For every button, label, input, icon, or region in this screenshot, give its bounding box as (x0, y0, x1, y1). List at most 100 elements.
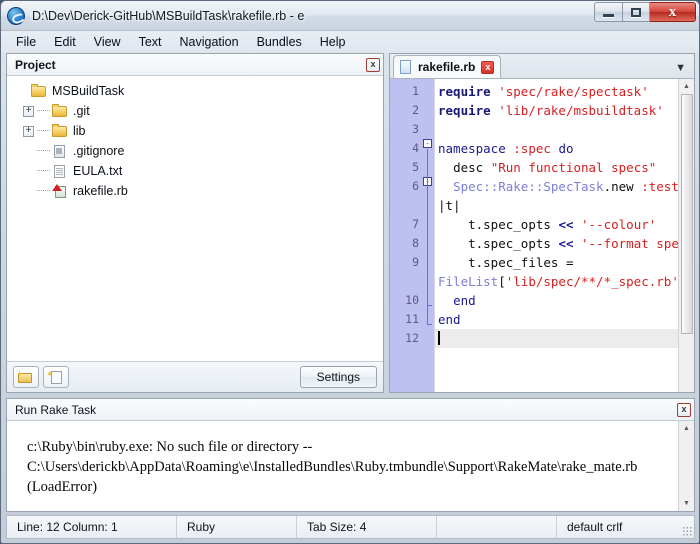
code-line-10: end (453, 293, 476, 308)
expander-placeholder-icon (23, 146, 34, 157)
chevron-down-icon[interactable]: ▼ (675, 63, 686, 74)
scroll-up-arrow-icon[interactable]: ▲ (679, 79, 694, 94)
application-window: D:\Dev\Derick-GitHub\MSBuildTask\rakefil… (0, 0, 700, 544)
output-line: (LoadError) (27, 479, 98, 495)
output-line: C:\Users\derickb\AppData\Roaming\e\Insta… (27, 459, 638, 475)
title-bar: D:\Dev\Derick-GitHub\MSBuildTask\rakefil… (1, 1, 699, 31)
maximize-button[interactable] (622, 2, 650, 22)
line-number: 1 (412, 84, 419, 98)
status-bar: Line: 12 Column: 1 Ruby Tab Size: 4 defa… (6, 515, 695, 539)
tree-item-label: lib (73, 124, 86, 138)
code-line-11: end (438, 312, 461, 327)
folder-icon (31, 83, 47, 99)
line-number: 3 (412, 122, 419, 136)
line-number: 4 (412, 141, 419, 155)
menu-item-view[interactable]: View (85, 33, 130, 51)
code-line-1: require 'spec/rake/spectask' (438, 84, 649, 99)
tree-connector-icon (37, 110, 50, 112)
app-logo-icon (7, 6, 25, 25)
close-icon: x (668, 3, 677, 20)
text-caret (438, 331, 440, 345)
line-number: 5 (412, 160, 419, 174)
code-text-area[interactable]: require 'spec/rake/spectask' require 'li… (434, 79, 678, 392)
menu-item-navigation[interactable]: Navigation (171, 33, 248, 51)
menu-item-edit[interactable]: Edit (45, 33, 85, 51)
output-panel-body: c:\Ruby\bin\ruby.exe: No such file or di… (7, 421, 694, 511)
expander-placeholder-icon (23, 166, 34, 177)
output-vertical-scrollbar[interactable]: ▲ ▼ (678, 421, 694, 511)
output-text-content: c:\Ruby\bin\ruby.exe: No such file or di… (7, 421, 678, 511)
tree-item-lib[interactable]: + lib (7, 121, 383, 141)
expander-placeholder-icon (17, 86, 28, 97)
line-number: 7 (412, 217, 419, 231)
status-line-endings[interactable]: default crlf (557, 516, 694, 538)
tree-item-eula[interactable]: EULA.txt (7, 161, 383, 181)
editor-vertical-scrollbar[interactable]: ▲ (678, 79, 694, 392)
code-line-7: t.spec_opts << '--colour' (468, 217, 657, 232)
code-line-6-wrap: |t| (438, 198, 461, 213)
menu-item-file[interactable]: File (7, 33, 45, 51)
menu-item-bundles[interactable]: Bundles (248, 33, 311, 51)
code-line-12 (435, 329, 678, 348)
fold-marker-line-4[interactable]: - (423, 139, 432, 148)
code-line-8: t.spec_opts << '--format specdoc' (468, 236, 678, 251)
tab-close-button[interactable]: x (481, 60, 495, 74)
resize-grip-icon[interactable] (682, 526, 692, 536)
code-line-9: t.spec_files = (468, 255, 574, 270)
settings-button[interactable]: Settings (299, 366, 377, 388)
output-panel: Run Rake Task x c:\Ruby\bin\ruby.exe: No… (6, 398, 695, 512)
sparkle-icon: ✦ (16, 369, 24, 379)
tree-item-label: .git (73, 104, 90, 118)
code-line-9-wrap: FileList['lib/spec/**/*_spec.rb'] (438, 274, 678, 289)
scroll-down-arrow-icon[interactable]: ▼ (679, 496, 694, 511)
line-number: 9 (412, 255, 419, 269)
output-panel-title: Run Rake Task (15, 402, 97, 417)
tree-item-gitignore[interactable]: .gitignore (7, 141, 383, 161)
tree-connector-icon (37, 150, 50, 152)
tab-rakefile-rb[interactable]: rakefile.rb x (393, 55, 502, 78)
menu-item-help[interactable]: Help (311, 33, 355, 51)
tab-label: rakefile.rb (418, 60, 476, 74)
tree-item-label: MSBuildTask (52, 84, 125, 98)
tree-item-msbuildtask[interactable]: MSBuildTask (7, 81, 383, 101)
scrollbar-thumb[interactable] (680, 94, 693, 334)
new-folder-button[interactable]: ✦ (13, 366, 39, 388)
code-folding-column[interactable]: - - (423, 79, 434, 392)
project-toolbar: ✦ ✦ Settings (7, 361, 383, 392)
tree-item-label: .gitignore (73, 144, 125, 158)
menu-item-text[interactable]: Text (130, 33, 171, 51)
new-file-button[interactable]: ✦ (43, 366, 69, 388)
code-line-2: require 'lib/rake/msbuildtask' (438, 103, 664, 118)
code-line-6: Spec::Rake::SpecTask.new :test do (453, 179, 678, 194)
line-number: 10 (405, 293, 419, 307)
status-tab-size[interactable]: Tab Size: 4 (297, 516, 437, 538)
tree-item-label: EULA.txt (73, 164, 123, 178)
window-title: D:\Dev\Derick-GitHub\MSBuildTask\rakefil… (32, 8, 305, 23)
scroll-up-arrow-icon[interactable]: ▲ (679, 421, 694, 436)
editor-tab-strip: rakefile.rb x ▼ (390, 54, 694, 79)
menu-bar: File Edit View Text Navigation Bundles H… (1, 31, 699, 53)
status-cursor-position: Line: 12 Column: 1 (7, 516, 177, 538)
status-language[interactable]: Ruby (177, 516, 297, 538)
folder-icon (52, 123, 68, 139)
expand-plus-icon[interactable]: + (23, 105, 34, 117)
project-file-tree[interactable]: MSBuildTask + .git + lib .gitignore EULA… (7, 76, 383, 361)
project-panel-close-button[interactable]: x (366, 57, 380, 72)
project-panel-title: Project (15, 57, 56, 72)
output-panel-close-button[interactable]: x (677, 402, 691, 417)
minimize-button[interactable] (594, 2, 622, 22)
expander-placeholder-icon (23, 186, 34, 197)
line-number-spacer (390, 196, 423, 215)
close-window-button[interactable]: x (650, 2, 696, 22)
editor-body: 1 2 3 4 5 6 7 8 9 10 11 12 - require 'sp… (390, 79, 694, 392)
sparkle-icon: ✦ (46, 369, 54, 379)
tree-item-rakefile[interactable]: rakefile.rb (7, 181, 383, 201)
tree-item-git[interactable]: + .git (7, 101, 383, 121)
expand-plus-icon[interactable]: + (23, 125, 34, 137)
tree-item-label: rakefile.rb (73, 184, 128, 198)
fold-guide-line (427, 149, 428, 324)
output-panel-header: Run Rake Task x (7, 399, 694, 421)
tree-connector-icon (37, 130, 50, 132)
line-number: 2 (412, 103, 419, 117)
line-number: 6 (412, 179, 419, 193)
